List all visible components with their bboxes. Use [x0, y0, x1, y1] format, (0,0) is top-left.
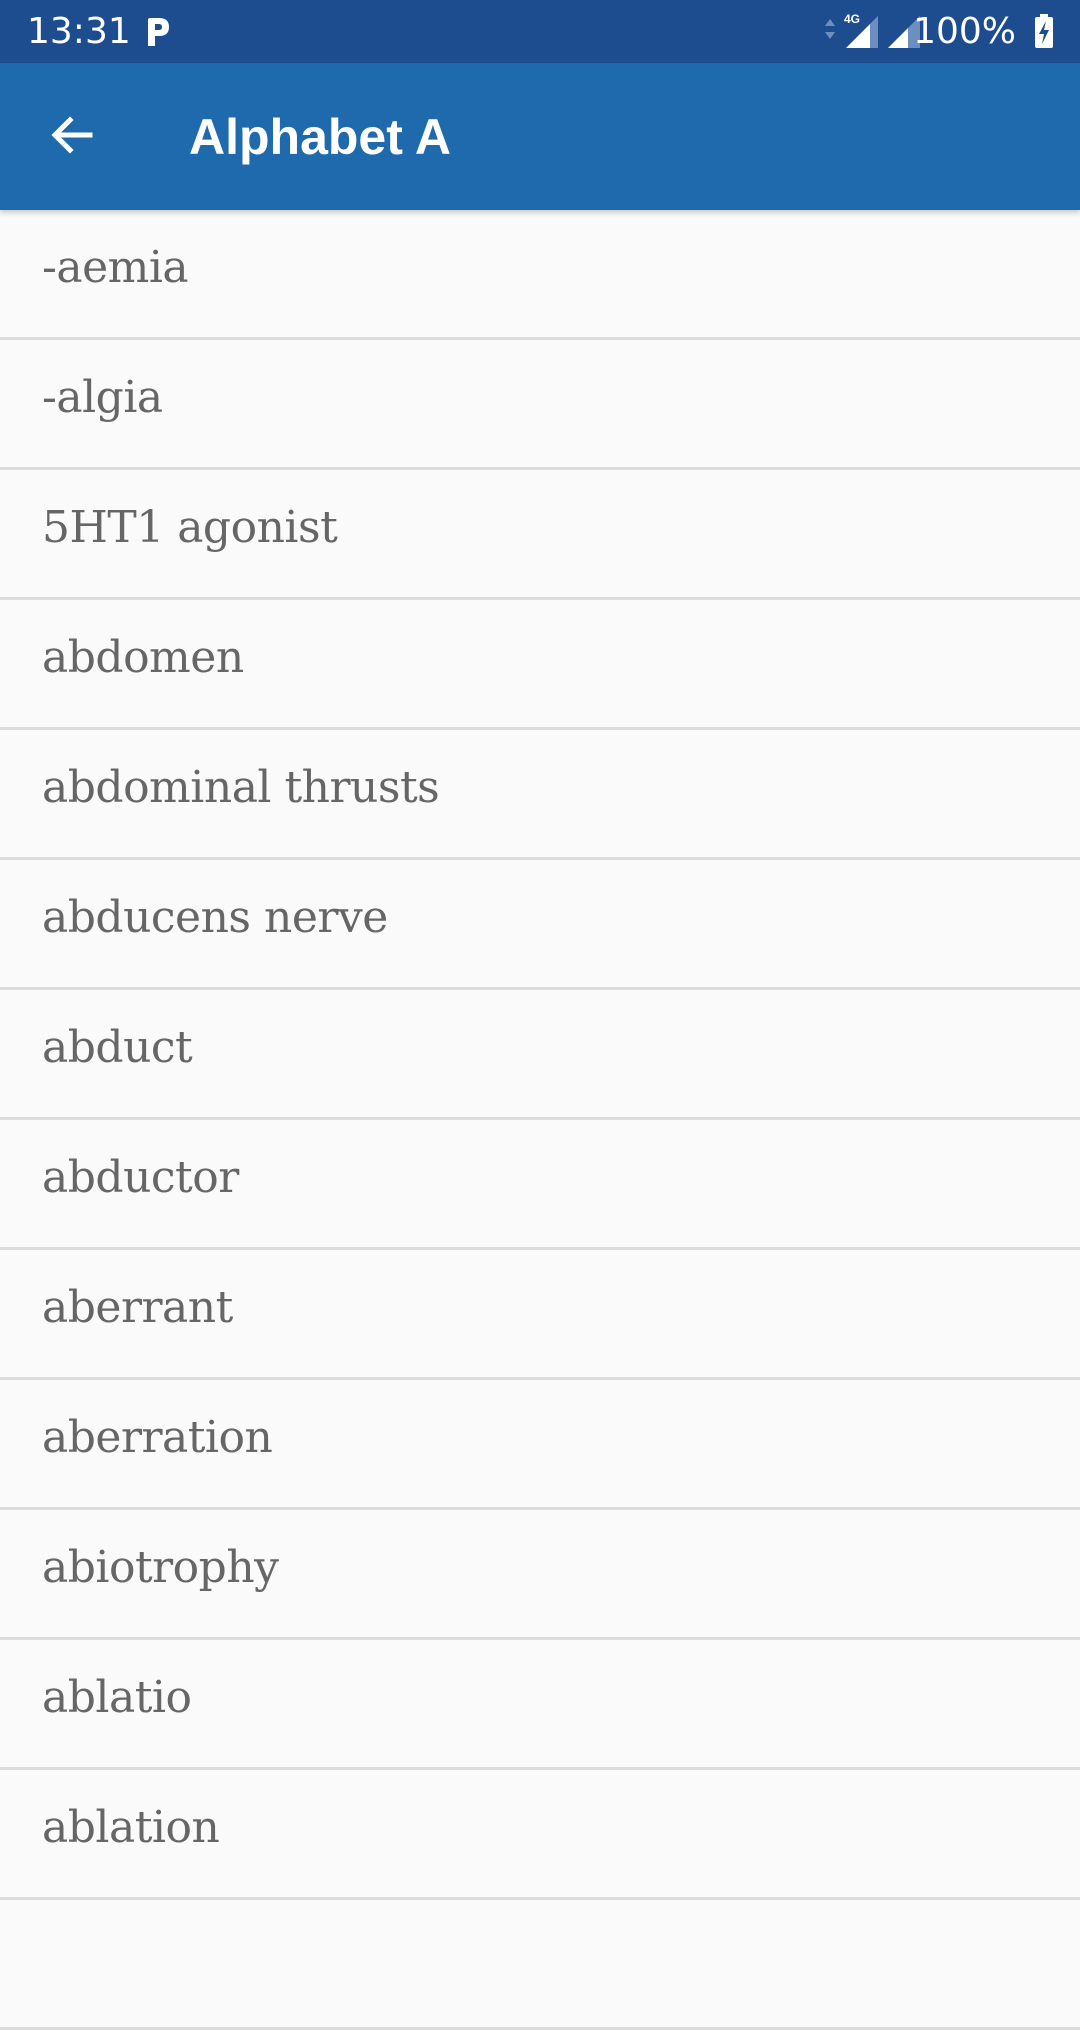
list-item[interactable]: -algia [0, 340, 1080, 470]
list-item-label: 5HT1 agonist [42, 502, 338, 553]
list-item[interactable]: abdominal thrusts [0, 730, 1080, 860]
svg-text:4G: 4G [844, 12, 860, 26]
list-item-label: abdominal thrusts [42, 762, 440, 813]
list-item-label: aberration [42, 1412, 273, 1463]
list-item[interactable]: abductor [0, 1120, 1080, 1250]
list-item-label: aberrant [42, 1282, 233, 1333]
data-activity-icon [824, 18, 836, 40]
parking-p-icon [145, 16, 171, 48]
list-item-label: ablation [42, 1802, 220, 1853]
list-item[interactable]: -aemia [0, 210, 1080, 340]
list-item[interactable]: ablation [0, 1770, 1080, 1900]
list-item-label: abducens nerve [42, 892, 388, 943]
app-bar: Alphabet A [0, 63, 1080, 210]
list-item[interactable]: abducens nerve [0, 860, 1080, 990]
list-item-label: -aemia [42, 242, 189, 293]
status-time: 13:31 [27, 11, 131, 52]
list-item-label: abdomen [42, 632, 244, 683]
list-item[interactable]: aberrant [0, 1250, 1080, 1380]
back-button[interactable] [36, 101, 108, 173]
page-title: Alphabet A [189, 109, 452, 165]
arrow-back-icon [48, 111, 96, 164]
list-item-label: -algia [42, 372, 163, 423]
list-item-label: abduct [42, 1022, 193, 1073]
list-item[interactable]: abiotrophy [0, 1510, 1080, 1640]
list-item[interactable]: abduct [0, 990, 1080, 1120]
list-item-label: abiotrophy [42, 1542, 279, 1593]
term-list: -aemia -algia 5HT1 agonist abdomen abdom… [0, 210, 1080, 2030]
status-bar: 13:31 4G 100% [0, 0, 1080, 63]
battery-charging-icon [1034, 14, 1054, 48]
list-item[interactable]: 5HT1 agonist [0, 470, 1080, 600]
list-item[interactable]: aberration [0, 1380, 1080, 1510]
list-item-label: abductor [42, 1152, 239, 1203]
signal-4g-icon: 4G [842, 12, 882, 50]
list-item[interactable]: ablatio [0, 1640, 1080, 1770]
battery-percentage: 100% [913, 11, 1016, 52]
list-item[interactable]: abdomen [0, 600, 1080, 730]
list-item-label: ablatio [42, 1672, 192, 1723]
